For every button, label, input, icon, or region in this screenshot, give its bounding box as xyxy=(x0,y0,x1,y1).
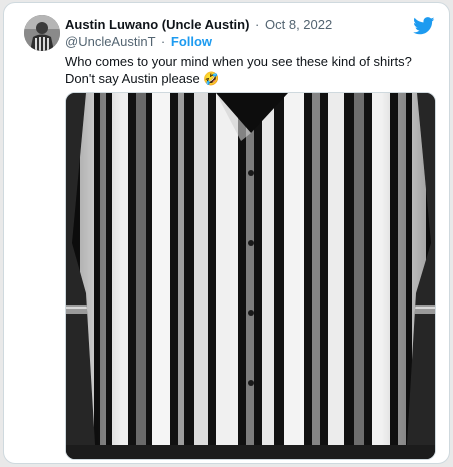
user-handle[interactable]: @UncleAustinT xyxy=(65,34,155,49)
tweet-photo[interactable] xyxy=(65,92,436,460)
striped-shirt-image xyxy=(66,93,435,459)
handle-line: @UncleAustinT · Follow xyxy=(65,34,212,50)
avatar-image xyxy=(24,15,60,51)
avatar[interactable] xyxy=(24,15,60,51)
display-name[interactable]: Austin Luwano (Uncle Austin) xyxy=(65,17,249,32)
separator-dot: · xyxy=(255,17,260,32)
follow-button[interactable]: Follow xyxy=(171,34,212,49)
tweet-date[interactable]: Oct 8, 2022 xyxy=(265,17,332,32)
tweet-text: Who comes to your mind when you see thes… xyxy=(65,54,416,86)
separator-dot: · xyxy=(160,34,166,49)
tweet-header: Austin Luwano (Uncle Austin) · Oct 8, 20… xyxy=(65,17,332,33)
twitter-bird-icon[interactable] xyxy=(413,17,435,35)
tweet-card: Austin Luwano (Uncle Austin) · Oct 8, 20… xyxy=(3,2,450,464)
